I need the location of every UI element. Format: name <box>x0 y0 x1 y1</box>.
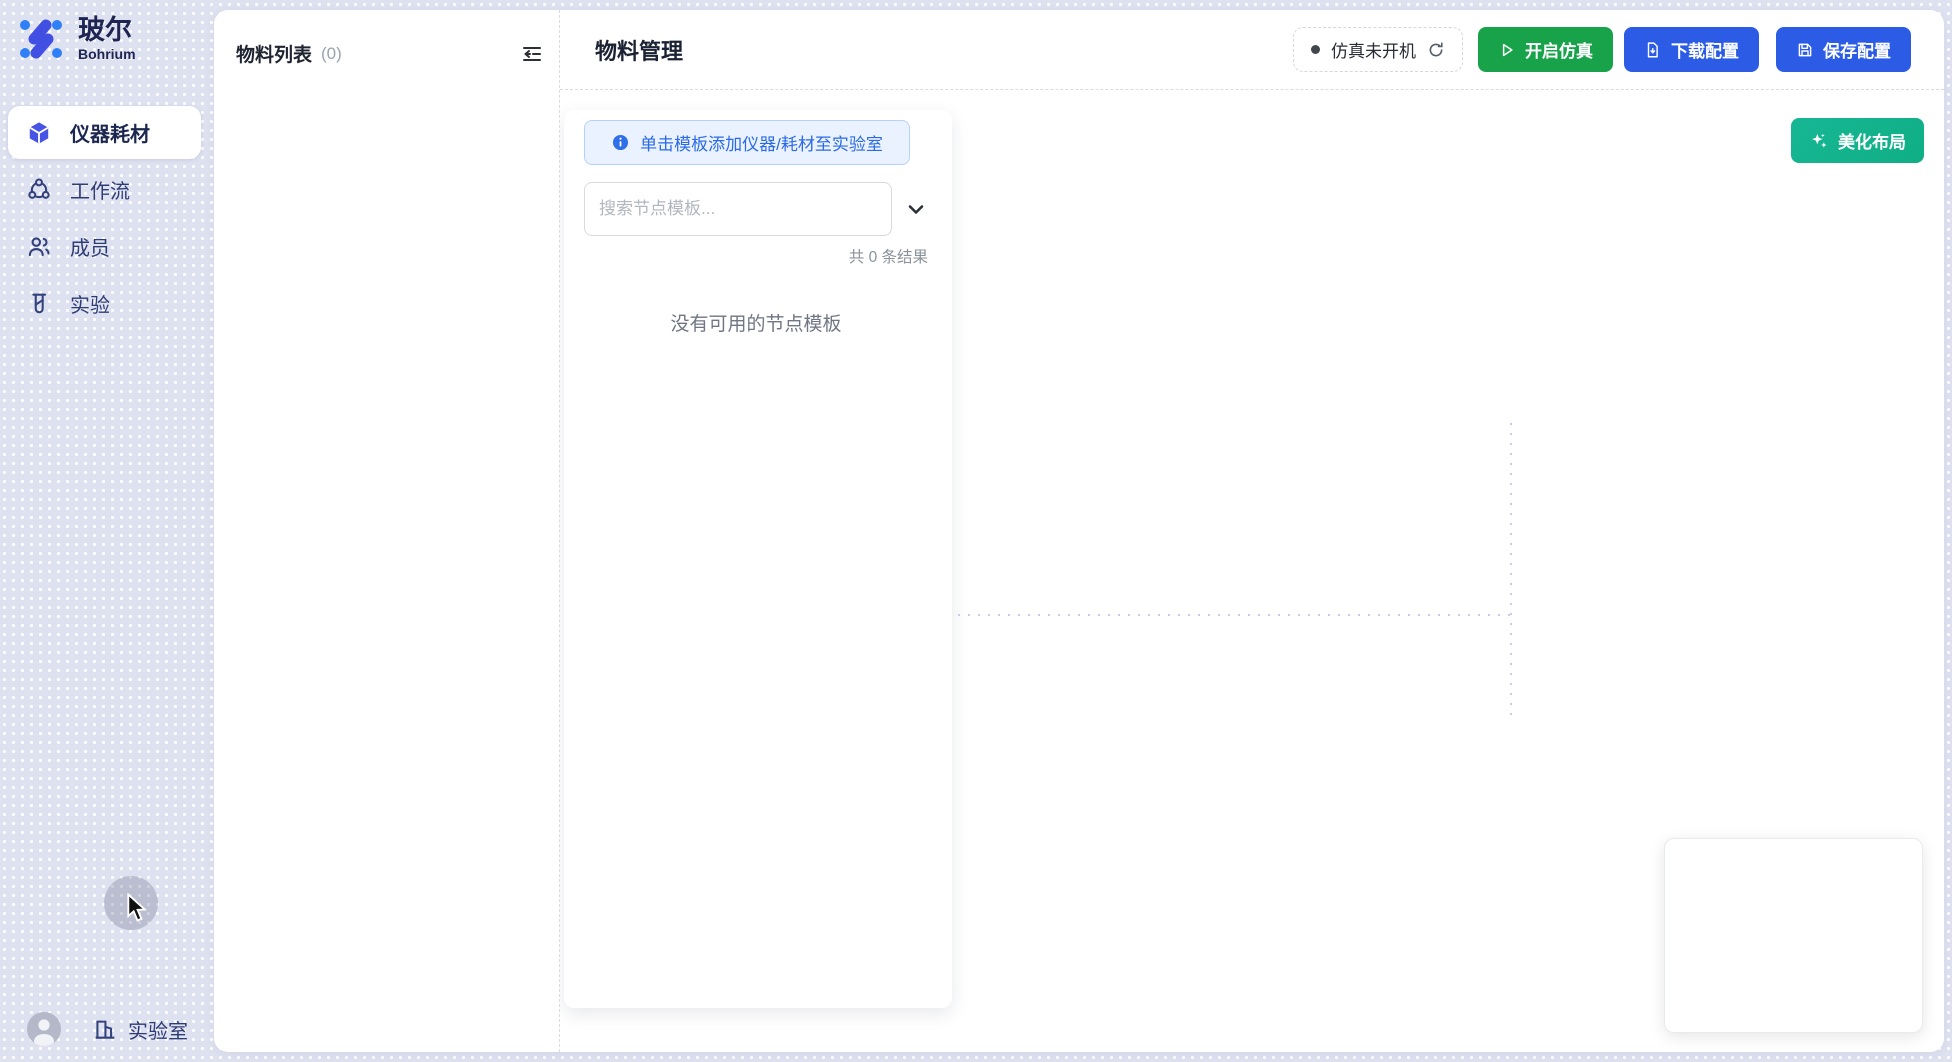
sidebar-item-members[interactable]: 成员 <box>8 220 201 273</box>
material-list-count: (0) <box>321 44 342 64</box>
test-tube-icon <box>26 291 52 317</box>
page-title: 物料管理 <box>595 34 683 66</box>
sidebar-nav: 仪器耗材 工作流 成员 <box>8 106 201 330</box>
members-icon <box>26 234 52 260</box>
status-dot-icon <box>1311 45 1320 54</box>
chevron-down-icon[interactable] <box>904 196 930 222</box>
main-column: 物料管理 仿真未开机 <box>560 10 1944 1052</box>
play-icon <box>1498 41 1516 59</box>
lab-label: 实验室 <box>128 1015 188 1044</box>
sidebar-item-label: 成员 <box>70 232 110 261</box>
minimap[interactable] <box>1664 838 1923 1033</box>
beautify-layout-label: 美化布局 <box>1838 128 1906 153</box>
page-header: 物料管理 仿真未开机 <box>560 10 1944 90</box>
sidebar-item-label: 仪器耗材 <box>70 118 150 147</box>
sidebar-item-label: 工作流 <box>70 175 130 204</box>
brand: 玻尔 Bohrium <box>14 12 136 66</box>
sidebar-item-instruments[interactable]: 仪器耗材 <box>8 106 201 159</box>
beautify-layout-button[interactable]: 美化布局 <box>1791 118 1924 163</box>
material-list-panel: 物料列表 (0) <box>214 10 560 1052</box>
template-panel: 单击模板添加仪器/耗材至实验室 共 0 条结果 没有可用的节点模板 <box>564 110 952 1008</box>
user-avatar[interactable] <box>27 1012 61 1046</box>
start-simulation-button[interactable]: 开启仿真 <box>1478 27 1613 72</box>
sidebar-item-experiments[interactable]: 实验 <box>8 277 201 330</box>
brand-name: 玻尔 <box>78 16 136 44</box>
hint-banner-text: 单击模板添加仪器/耗材至实验室 <box>640 130 883 155</box>
search-input[interactable] <box>584 182 892 236</box>
download-file-icon <box>1644 41 1662 59</box>
lab-switcher[interactable]: 实验室 <box>92 1015 188 1044</box>
save-config-button[interactable]: 保存配置 <box>1776 27 1911 72</box>
workflow-icon <box>26 177 52 203</box>
empty-state-text: 没有可用的节点模板 <box>584 309 928 336</box>
collapse-panel-icon[interactable] <box>520 42 544 66</box>
hint-banner: 单击模板添加仪器/耗材至实验室 <box>584 120 910 165</box>
flow-canvas[interactable]: 单击模板添加仪器/耗材至实验室 共 0 条结果 没有可用的节点模板 <box>560 90 1944 1052</box>
download-config-label: 下载配置 <box>1671 37 1739 62</box>
simulation-status[interactable]: 仿真未开机 <box>1293 27 1463 72</box>
material-list-title: 物料列表 <box>236 40 312 67</box>
building-icon <box>92 1016 118 1042</box>
start-simulation-label: 开启仿真 <box>1525 37 1593 62</box>
mouse-cursor <box>124 893 150 923</box>
download-config-button[interactable]: 下载配置 <box>1624 27 1759 72</box>
main-card: 物料列表 (0) 物料管理 仿真未开机 <box>214 10 1944 1052</box>
sidebar-item-label: 实验 <box>70 289 110 318</box>
bohrium-logo-icon <box>14 12 68 66</box>
sidebar-item-workflow[interactable]: 工作流 <box>8 163 201 216</box>
brand-subtitle: Bohrium <box>78 47 136 62</box>
save-icon <box>1796 41 1814 59</box>
status-label: 仿真未开机 <box>1331 37 1416 62</box>
sidebar: 玻尔 Bohrium 仪器耗材 工作流 <box>0 0 214 1062</box>
info-icon <box>611 133 630 152</box>
sparkles-icon <box>1809 131 1829 151</box>
canvas-guide-vertical <box>1510 423 1512 716</box>
cube-icon <box>26 120 52 146</box>
canvas-guide-horizontal <box>958 614 1515 616</box>
save-config-label: 保存配置 <box>1823 37 1891 62</box>
result-count: 共 0 条结果 <box>584 245 928 267</box>
refresh-icon[interactable] <box>1427 41 1445 59</box>
